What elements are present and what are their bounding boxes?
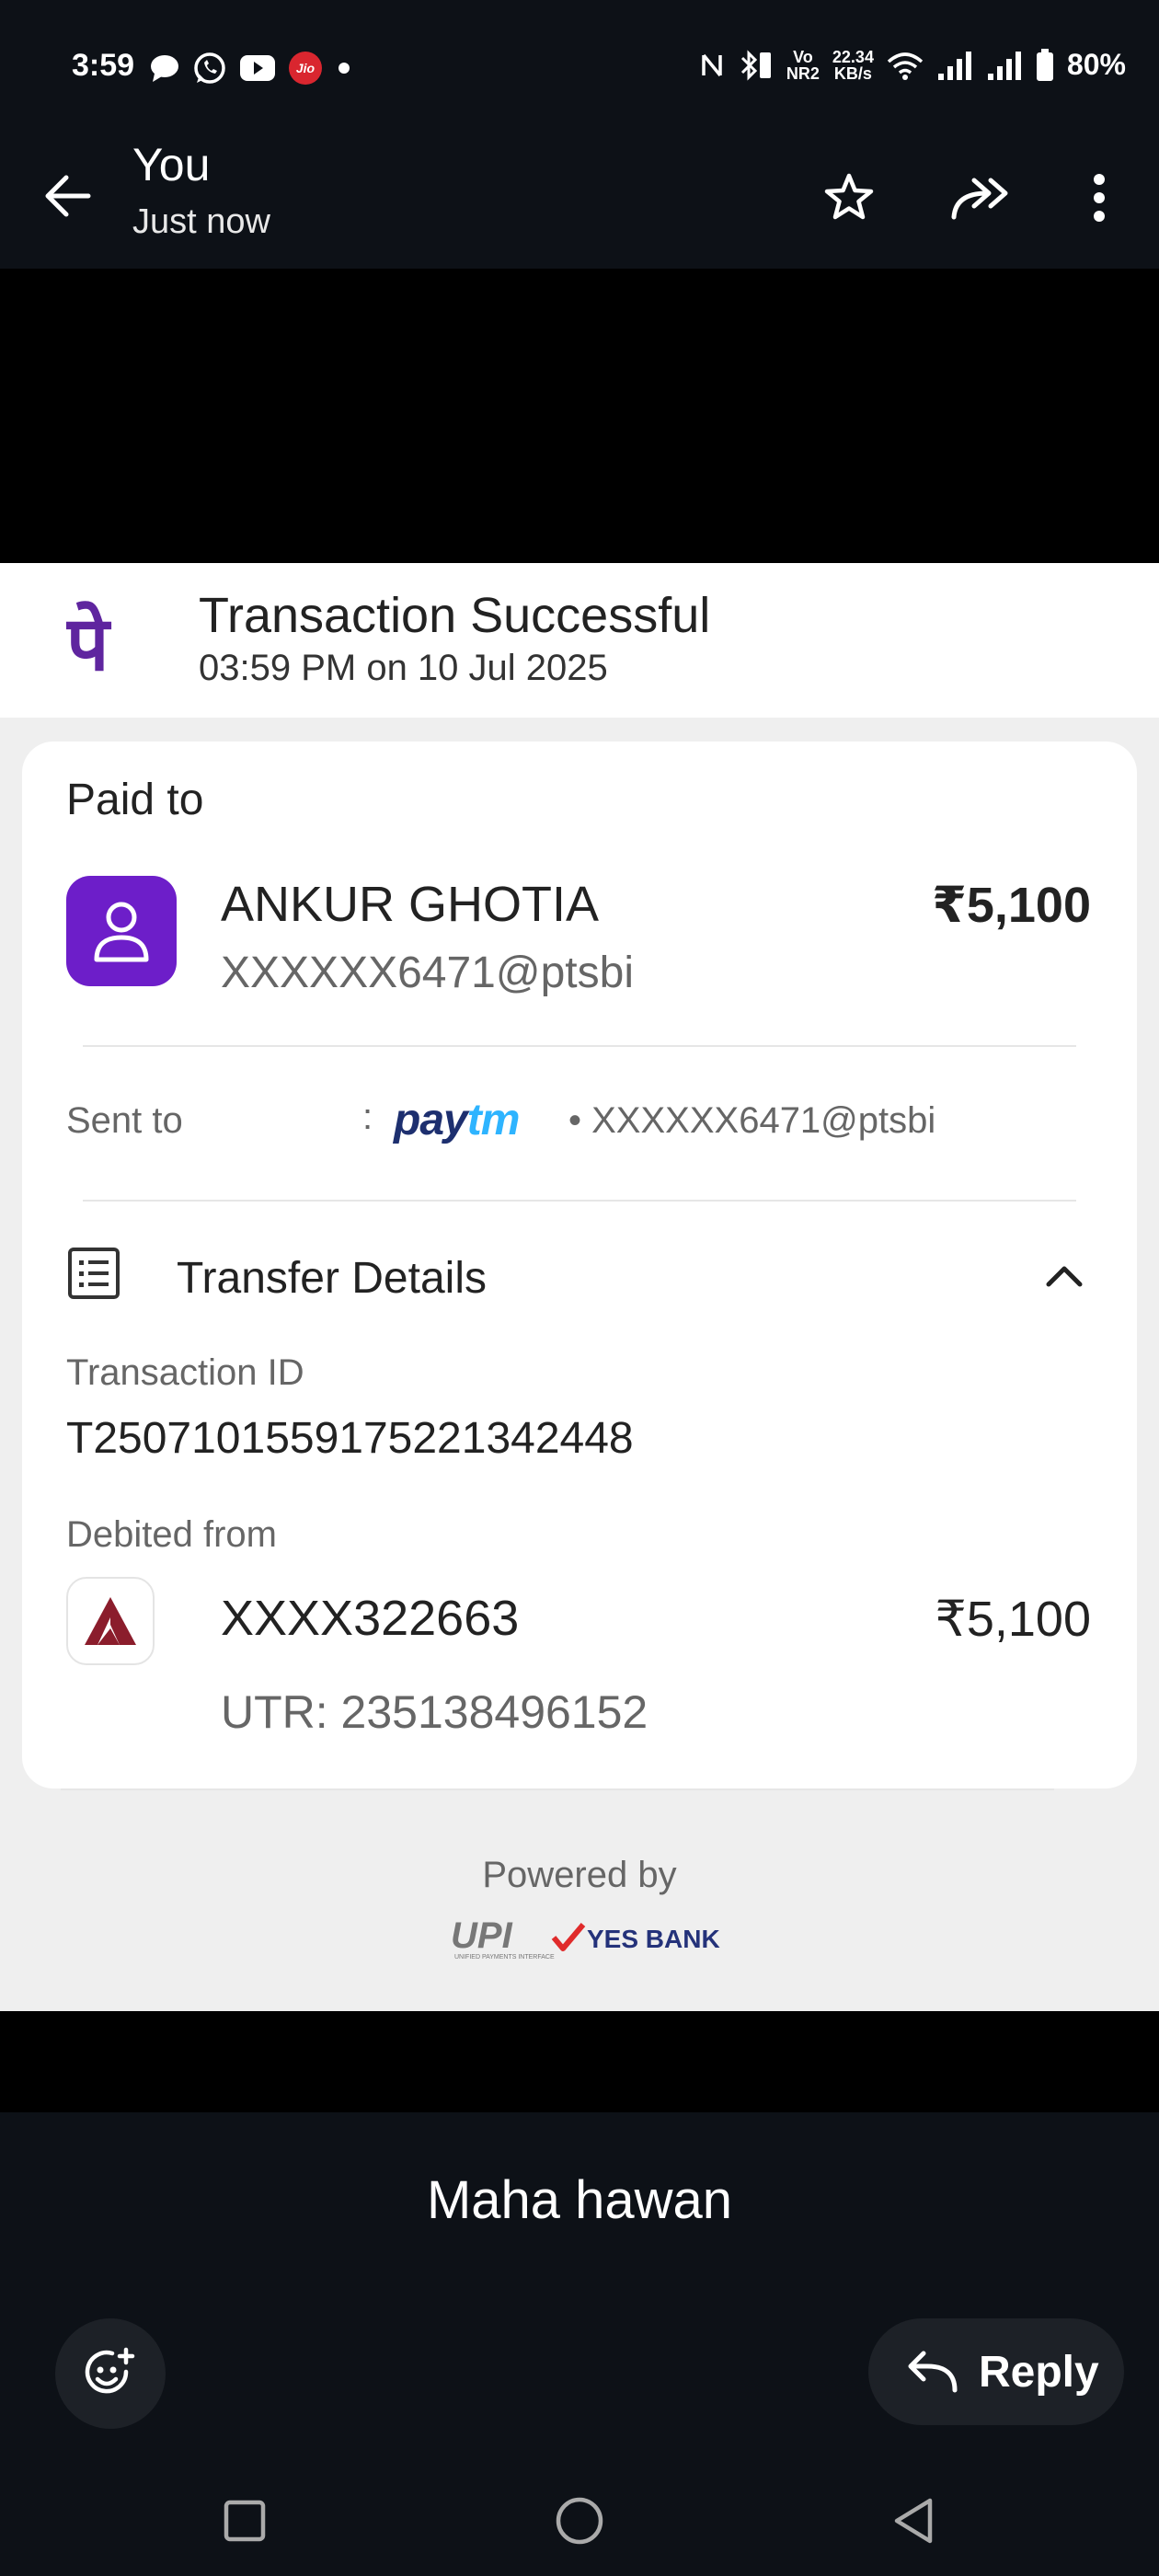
message-footer: Maha hawan Reply <box>0 2112 1159 2576</box>
paytm-logo: paytm <box>394 1096 520 1144</box>
payment-card: Paid to ANKUR GHOTIA XXXXXX6471@ptsbi ₹5… <box>22 742 1137 1788</box>
transaction-status: Transaction Successful <box>199 588 711 643</box>
payment-amount: ₹5,100 <box>932 878 1091 933</box>
sender-name: You <box>132 139 211 190</box>
image-letterbox-top <box>0 269 1159 563</box>
jio-icon: Jio <box>289 52 322 85</box>
battery-level: 80% <box>1066 48 1126 81</box>
data-speed: 22.34 KB/s <box>832 47 874 83</box>
transaction-id-value: T2507101559175221342448 <box>66 1414 634 1463</box>
whatsapp-icon <box>194 52 225 84</box>
debited-amount: ₹5,100 <box>935 1592 1092 1647</box>
image-letterbox-bottom <box>0 2011 1159 2112</box>
status-right: Vo NR2 22.34 KB/s 80% <box>700 48 1126 82</box>
divider <box>83 1045 1076 1047</box>
payee-name: ANKUR GHOTIA <box>221 877 600 932</box>
signal-icon <box>937 51 971 80</box>
arrow-back-icon <box>45 175 91 217</box>
utr-number: UTR: 235138496152 <box>221 1686 648 1738</box>
divider <box>83 1200 1076 1202</box>
upi-logo: UPI <box>451 1915 512 1956</box>
add-reaction-icon <box>85 2347 135 2394</box>
upi-check-icon <box>551 1923 586 1951</box>
star-icon <box>824 173 874 220</box>
account-number: XXXX322663 <box>221 1591 520 1646</box>
reply-label: Reply <box>979 2347 1099 2397</box>
dot-icon <box>339 63 350 74</box>
forward-icon <box>951 178 1008 220</box>
youtube-icon <box>240 55 275 81</box>
upi-tagline: UNIFIED PAYMENTS INTERFACE <box>454 1954 555 1961</box>
paid-to-label: Paid to <box>66 776 204 824</box>
powered-by-label: Powered by <box>482 1855 677 1895</box>
recents-icon <box>224 2500 266 2542</box>
nav-back-button[interactable] <box>878 2484 951 2558</box>
wifi-icon <box>887 52 924 80</box>
bluetooth-icon <box>740 49 771 81</box>
more-vert-icon <box>1094 174 1105 222</box>
more-options-button[interactable] <box>1067 166 1131 230</box>
transaction-datetime: 03:59 PM on 10 Jul 2025 <box>199 648 608 688</box>
message-time: Just now <box>132 202 270 241</box>
axis-bank-icon <box>85 1597 136 1645</box>
payee-avatar <box>66 876 177 986</box>
battery-icon <box>1036 48 1053 81</box>
receipt-list-icon <box>66 1246 121 1301</box>
message-caption: Maha hawan <box>426 2170 733 2230</box>
payee-vpa: XXXXXX6471@ptsbi <box>221 949 634 997</box>
debited-from-label: Debited from <box>66 1514 277 1555</box>
signal-icon <box>987 51 1021 80</box>
volte-indicator: Vo NR2 <box>786 47 820 83</box>
react-button[interactable] <box>55 2318 166 2429</box>
phonepe-logo: पे <box>64 596 125 688</box>
upi-yesbank-logos: UPI UNIFIED PAYMENTS INTERFACE YES BANK <box>451 1915 720 1965</box>
back-button[interactable] <box>35 164 99 228</box>
person-icon <box>94 902 149 962</box>
chevron-up-icon <box>1041 1253 1087 1299</box>
status-time: 3:59 <box>72 48 135 83</box>
notification-icons: Jio <box>149 52 353 85</box>
home-icon <box>556 2497 603 2545</box>
star-button[interactable] <box>817 166 881 230</box>
nfc-icon <box>702 53 722 76</box>
nav-home-button[interactable] <box>543 2484 616 2558</box>
sent-to-label: Sent to <box>66 1100 183 1141</box>
app-header: You Just now <box>0 138 1159 269</box>
forward-button[interactable] <box>947 166 1012 230</box>
nav-recents-button[interactable] <box>208 2484 281 2558</box>
transaction-id-label: Transaction ID <box>66 1352 304 1393</box>
reply-icon <box>908 2351 958 2393</box>
divider <box>61 1788 1054 1790</box>
reply-button[interactable]: Reply <box>868 2318 1124 2425</box>
bank-logo <box>66 1577 155 1665</box>
sent-to-vpa: • XXXXXX6471@ptsbi <box>568 1100 936 1141</box>
chat-bubble-icon <box>151 55 178 82</box>
triangle-back-icon <box>894 2498 933 2544</box>
status-bar: 3:59 Jio Vo NR2 22.34 KB/s 80% <box>0 0 1159 138</box>
receipt-image[interactable]: पे Transaction Successful 03:59 PM on 10… <box>0 563 1159 2011</box>
svg-text:पे: पे <box>66 601 112 688</box>
yes-bank-logo: YES BANK <box>587 1925 720 1953</box>
transaction-banner: पे Transaction Successful 03:59 PM on 10… <box>0 563 1159 718</box>
sent-to-colon: : <box>362 1097 373 1137</box>
transfer-details-title: Transfer Details <box>177 1254 487 1303</box>
